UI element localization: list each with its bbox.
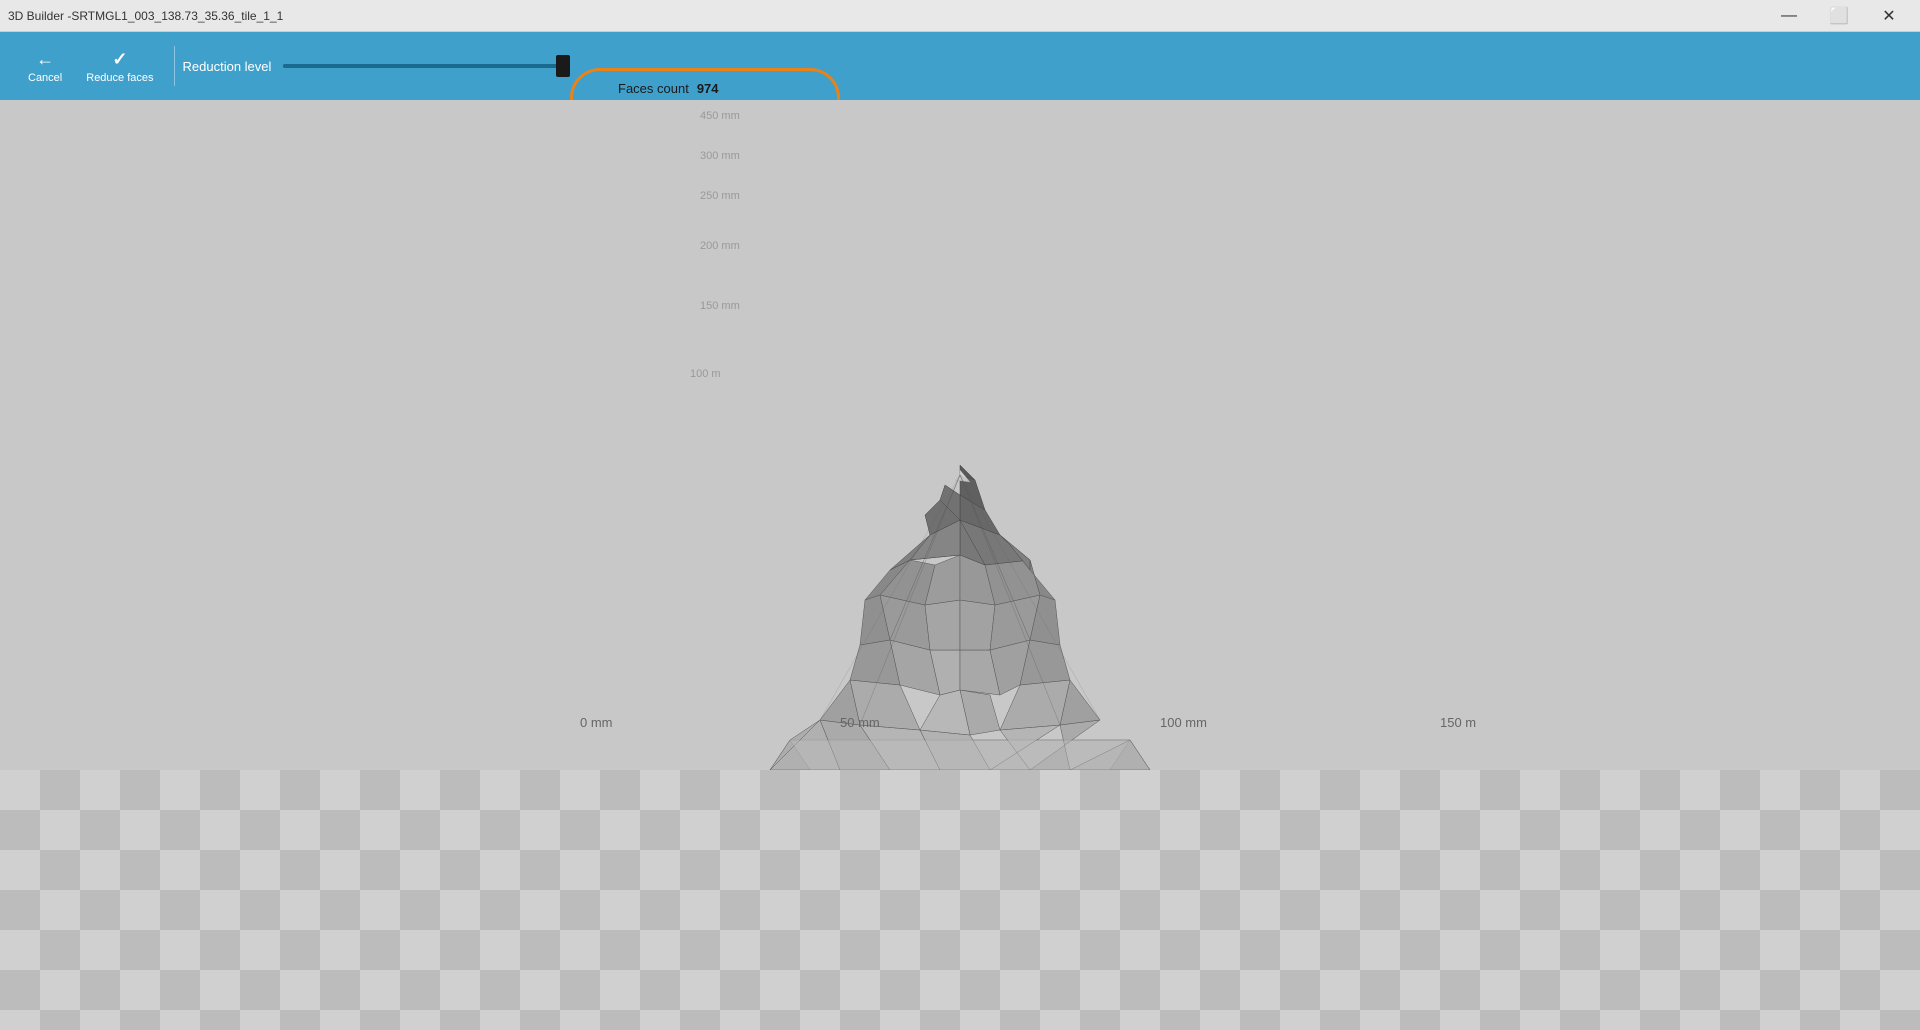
toolbar: ← Cancel ✓ Reduce faces Reduction level … xyxy=(0,32,1920,100)
cancel-button[interactable]: ← Cancel xyxy=(16,32,74,100)
reduction-level-label: Reduction level xyxy=(183,59,272,74)
y-label-250: 250 mm xyxy=(700,190,740,202)
slider-fill xyxy=(283,64,535,68)
maximize-button[interactable]: ⬜ xyxy=(1816,0,1862,32)
check-icon: ✓ xyxy=(112,49,127,70)
slider-thumb[interactable] xyxy=(556,55,570,77)
faces-count-row: Faces count 974 xyxy=(618,81,777,96)
floor-checker xyxy=(0,770,1920,1030)
back-arrow-icon: ← xyxy=(36,49,54,70)
toolbar-divider xyxy=(174,46,175,86)
reduce-faces-label: Reduce faces xyxy=(86,72,153,84)
close-button[interactable]: ✕ xyxy=(1866,0,1912,32)
y-label-150: 150 mm xyxy=(700,300,740,312)
faces-count-value: 974 xyxy=(697,81,719,96)
floor-area xyxy=(0,770,1920,1030)
cancel-label: Cancel xyxy=(28,72,62,84)
x-label-150mm: 150 m xyxy=(1440,715,1476,730)
x-label-50mm: 50 mm xyxy=(840,715,880,730)
minimize-button[interactable]: — xyxy=(1766,0,1812,32)
slider-track xyxy=(283,64,563,68)
y-label-300: 300 mm xyxy=(700,150,740,162)
x-label-0mm: 0 mm xyxy=(580,715,613,730)
faces-count-label: Faces count xyxy=(618,81,689,96)
viewport: 450 mm 300 mm 250 mm 200 mm 150 mm 100 m xyxy=(0,100,1920,1030)
window-title: 3D Builder -SRTMGL1_003_138.73_35.36_til… xyxy=(8,9,283,23)
x-label-100mm: 100 mm xyxy=(1160,715,1207,730)
y-label-200: 200 mm xyxy=(700,240,740,252)
reduction-slider-container xyxy=(283,64,563,68)
y-label-450: 450 mm xyxy=(700,110,740,122)
mesh-model xyxy=(760,430,1160,810)
title-bar-controls: — ⬜ ✕ xyxy=(1766,0,1912,32)
title-bar: 3D Builder -SRTMGL1_003_138.73_35.36_til… xyxy=(0,0,1920,32)
reduce-faces-button[interactable]: ✓ Reduce faces xyxy=(74,32,165,100)
y-label-100: 100 m xyxy=(690,368,721,380)
